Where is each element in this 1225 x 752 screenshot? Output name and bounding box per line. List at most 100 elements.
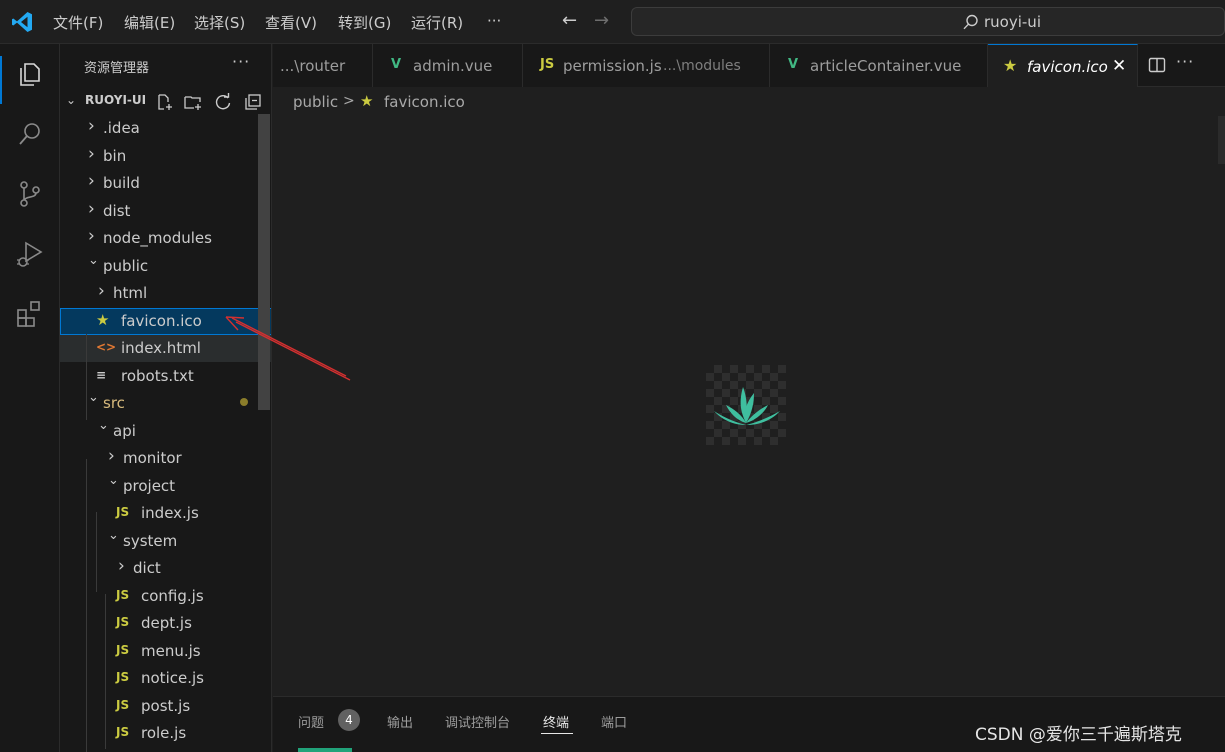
- extensions-icon[interactable]: [14, 298, 46, 330]
- close-icon[interactable]: ✕: [1112, 56, 1126, 76]
- run-debug-icon[interactable]: [14, 238, 46, 270]
- chevron-right-icon[interactable]: ›: [88, 199, 100, 219]
- tree-folder-row[interactable]: ⌄ system: [60, 528, 271, 555]
- tree-item-label: robots.txt: [121, 366, 194, 385]
- search-icon[interactable]: [14, 118, 46, 150]
- tree-file-row[interactable]: JS role.js: [60, 720, 271, 747]
- tree-file-row[interactable]: JS index.js: [60, 500, 271, 527]
- tree-folder-row[interactable]: › node_modules: [60, 225, 271, 252]
- indent-guide: [96, 512, 97, 592]
- menu-view[interactable]: 查看(V): [265, 12, 317, 33]
- menu-edit[interactable]: 编辑(E): [124, 12, 175, 33]
- panel-tab-problems[interactable]: 问题: [298, 712, 324, 731]
- chevron-down-icon[interactable]: ⌄: [88, 253, 100, 268]
- tree-file-row[interactable]: JS dept.js: [60, 610, 271, 637]
- panel-tab-ports[interactable]: 端口: [601, 712, 627, 731]
- breadcrumb-folder[interactable]: public: [293, 93, 338, 111]
- active-panel-underline: [541, 733, 573, 734]
- tree-file-row[interactable]: JS notice.js: [60, 665, 271, 692]
- chevron-right-icon[interactable]: ›: [98, 281, 110, 301]
- tree-folder-row[interactable]: › monitor: [60, 445, 271, 472]
- new-folder-icon[interactable]: [183, 92, 203, 112]
- tree-folder-row[interactable]: › dist: [60, 198, 271, 225]
- panel-tab-terminal[interactable]: 终端: [543, 712, 569, 731]
- tree-folder-row[interactable]: ⌄ public: [60, 253, 271, 280]
- project-name: RUOYI-UI: [85, 93, 147, 107]
- chevron-right-icon[interactable]: ›: [108, 446, 120, 466]
- source-control-icon[interactable]: [14, 178, 46, 210]
- chevron-down-icon[interactable]: ⌄: [66, 93, 76, 107]
- js-file-icon: JS: [116, 615, 130, 629]
- chevron-right-icon[interactable]: ›: [118, 556, 130, 576]
- tree-file-row[interactable]: ★ favicon.ico: [60, 307, 271, 335]
- js-file-icon: JS: [116, 642, 130, 657]
- star-icon: ★: [1003, 56, 1018, 75]
- tree-folder-row[interactable]: ⌄ api: [60, 418, 271, 445]
- breadcrumb-file[interactable]: favicon.ico: [384, 93, 465, 111]
- tree-file-row[interactable]: <> index.html: [60, 335, 271, 362]
- star-icon: ★: [360, 92, 374, 110]
- tree-item-label: role.js: [141, 724, 187, 742]
- chevron-down-icon[interactable]: ⌄: [98, 418, 110, 433]
- chevron-right-icon[interactable]: ›: [88, 116, 100, 136]
- tree-item-label: project: [123, 476, 176, 495]
- tab-permission-js[interactable]: JS permission.js ...\modules: [523, 44, 770, 87]
- split-editor-icon[interactable]: [1148, 56, 1166, 74]
- active-indicator: [0, 56, 2, 104]
- tab-label: favicon.ico: [1027, 58, 1108, 76]
- chevron-right-icon[interactable]: ›: [88, 171, 100, 191]
- explorer-more-icon[interactable]: ···: [232, 52, 250, 71]
- tab-label: articleContainer.vue: [810, 57, 962, 75]
- tree-item-label: node_modules: [103, 229, 212, 247]
- tree-item-label: favicon.ico: [121, 311, 202, 330]
- tree-folder-row[interactable]: › build: [60, 170, 271, 197]
- js-file-icon: JS: [116, 697, 130, 712]
- menu-more-icon[interactable]: ···: [487, 12, 501, 30]
- tree-folder-row[interactable]: › bin: [60, 143, 271, 170]
- star-icon: ★: [96, 310, 110, 329]
- panel-tab-debug-console[interactable]: 调试控制台: [445, 712, 510, 731]
- menu-selection[interactable]: 选择(S): [194, 12, 245, 33]
- explorer-title: 资源管理器: [84, 61, 150, 76]
- indent-guide: [105, 594, 106, 749]
- tab-favicon-ico[interactable]: ★ favicon.ico ✕: [988, 44, 1138, 87]
- chevron-right-icon[interactable]: ›: [88, 144, 100, 164]
- chevron-right-icon: >: [343, 93, 355, 109]
- tree-folder-row[interactable]: › html: [60, 280, 271, 307]
- vscode-logo-icon[interactable]: [10, 10, 34, 34]
- project-header[interactable]: ⌄ RUOYI-UI: [60, 90, 271, 112]
- files-icon[interactable]: [14, 58, 46, 90]
- tree-folder-row[interactable]: › dict: [60, 555, 271, 582]
- tree-item-label: dept.js: [141, 614, 192, 632]
- tab-admin-vue[interactable]: V admin.vue: [373, 44, 523, 87]
- tree-folder-row[interactable]: › .idea: [60, 115, 271, 142]
- chevron-right-icon[interactable]: ›: [88, 226, 100, 246]
- tree-item-label: html: [113, 284, 148, 302]
- menu-go[interactable]: 转到(G): [338, 12, 391, 33]
- chevron-down-icon[interactable]: ⌄: [88, 390, 100, 405]
- menu-run[interactable]: 运行(R): [411, 12, 463, 33]
- js-file-icon: JS: [116, 670, 130, 684]
- tree-file-row[interactable]: JS config.js: [60, 583, 271, 610]
- refresh-icon[interactable]: [213, 92, 233, 112]
- forward-arrow-icon[interactable]: →: [594, 10, 609, 31]
- sidebar-scrollbar[interactable]: [258, 114, 270, 410]
- editor-more-icon[interactable]: ···: [1176, 52, 1194, 71]
- command-center-search[interactable]: ruoyi-ui: [631, 7, 1225, 36]
- tab-articlecontainer-vue[interactable]: V articleContainer.vue: [770, 44, 988, 87]
- panel-tab-output[interactable]: 输出: [387, 712, 413, 731]
- chevron-down-icon[interactable]: ⌄: [108, 528, 120, 543]
- back-arrow-icon[interactable]: ←: [562, 10, 577, 31]
- collapse-all-icon[interactable]: [243, 92, 263, 112]
- vue-file-icon: V: [391, 57, 402, 72]
- js-file-icon: JS: [116, 505, 130, 519]
- tree-file-row[interactable]: JS menu.js: [60, 638, 271, 665]
- editor-edge: [1218, 116, 1225, 164]
- new-file-icon[interactable]: [154, 92, 174, 112]
- tab-router[interactable]: ...\router: [273, 44, 373, 87]
- tree-file-row[interactable]: ≡ robots.txt: [60, 363, 271, 390]
- chevron-down-icon[interactable]: ⌄: [108, 473, 120, 488]
- tree-folder-row[interactable]: ⌄ project: [60, 473, 271, 500]
- menu-file[interactable]: 文件(F): [53, 12, 103, 33]
- tree-file-row[interactable]: JS post.js: [60, 693, 271, 720]
